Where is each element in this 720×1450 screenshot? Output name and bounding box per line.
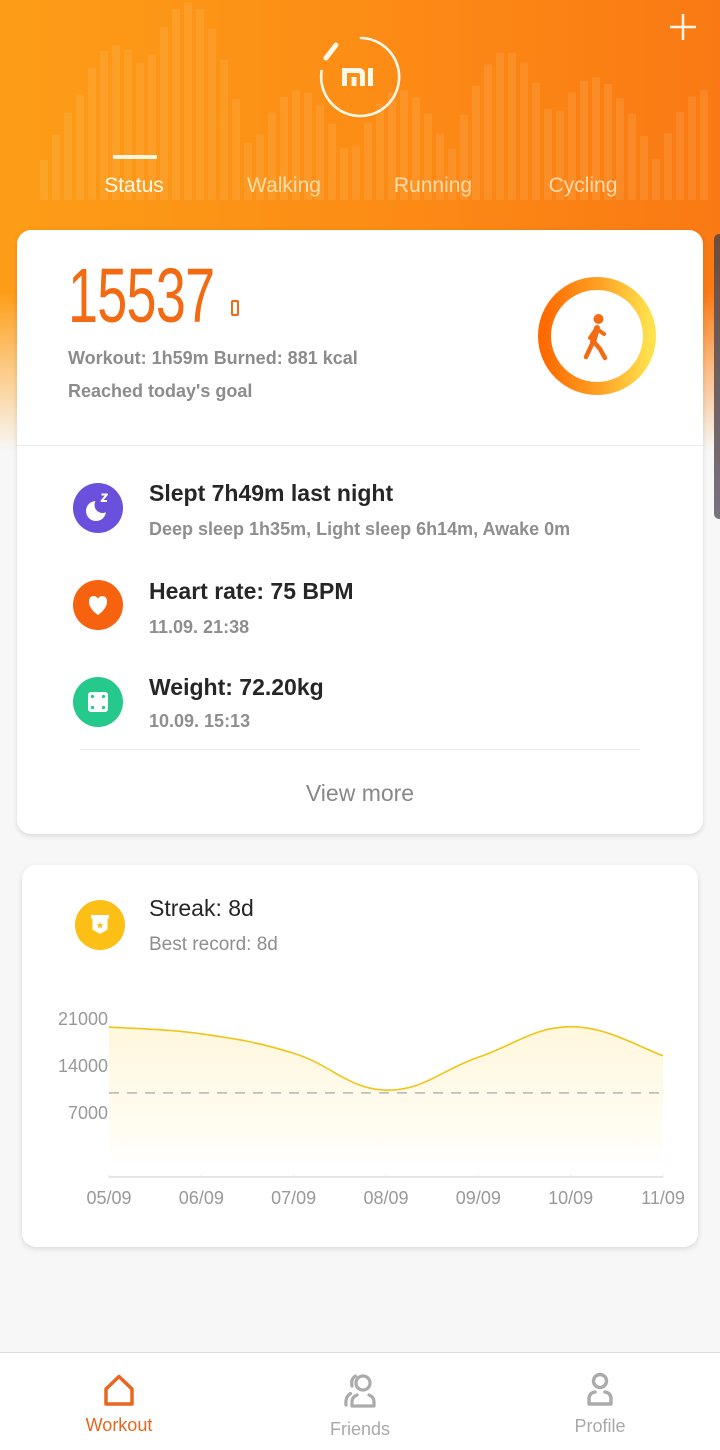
steps-trend-chart: 05/09 06/09 07/09 08/09 09/09 10/09 11/09 7000 1… [58, 1009, 685, 1208]
weight-scale-icon [73, 677, 123, 727]
data-point [475, 1054, 481, 1060]
weight-title[interactable]: Weight: 72.20kg [149, 672, 324, 702]
data-point [568, 1024, 574, 1030]
friends-icon [344, 1374, 376, 1408]
data-point [660, 1053, 666, 1059]
heart-rate-title[interactable]: Heart rate: 75 BPM [149, 576, 354, 606]
x-tick-label: 09/09 [456, 1188, 501, 1208]
data-point [106, 1024, 112, 1030]
home-icon [104, 1374, 134, 1406]
nav-workout-label: Workout [85, 1415, 153, 1435]
nav-friends[interactable]: Friends [280, 1353, 440, 1450]
heart-rate-timestamp: 11.09. 21:38 [149, 617, 250, 637]
nav-friends-label: Friends [329, 1419, 391, 1439]
view-more-divider [80, 749, 640, 750]
walking-person-icon [583, 314, 608, 361]
x-tick-label: 06/09 [179, 1188, 224, 1208]
bottom-navigation: Workout Friends Profile [0, 1352, 720, 1450]
data-point [383, 1087, 389, 1093]
view-more-button[interactable]: View more [17, 778, 703, 808]
mi-logo-icon [319, 36, 401, 118]
add-button[interactable] [667, 11, 699, 43]
streak-card: Streak: 8d Best record: 8d 05/09 06/09 07/… [22, 865, 698, 1247]
tab-cycling[interactable]: Cycling [503, 172, 663, 200]
section-divider [17, 445, 703, 446]
workout-summary: Workout: 1h59m Burned: 881 kcal [68, 348, 358, 368]
sleep-title[interactable]: Slept 7h49m last night [149, 478, 393, 508]
tab-running[interactable]: Running [353, 172, 513, 200]
nav-workout[interactable]: Workout [39, 1353, 199, 1450]
x-tick-label: 10/09 [548, 1188, 593, 1208]
nav-profile[interactable]: Profile [520, 1353, 680, 1450]
x-tick-label: 07/09 [271, 1188, 316, 1208]
tab-status[interactable]: Status [54, 172, 214, 200]
y-tick-label: 21000 [58, 1009, 108, 1029]
x-tick-label: 05/09 [86, 1188, 131, 1208]
data-point [291, 1050, 297, 1056]
goal-progress-ring[interactable] [527, 266, 667, 406]
nav-profile-label: Profile [574, 1416, 626, 1436]
status-summary-card: 15537 Workout: 1h59m Burned: 881 kcal Re… [17, 230, 703, 834]
profile-icon [587, 1372, 613, 1406]
tab-active-indicator [113, 155, 157, 159]
data-point [198, 1031, 204, 1037]
trend-area [109, 1026, 663, 1177]
band-icon [231, 300, 239, 316]
y-tick-label: 7000 [68, 1103, 108, 1123]
sleep-moon-icon [73, 483, 123, 533]
tab-walking[interactable]: Walking [204, 172, 364, 200]
x-tick-label: 08/09 [363, 1188, 408, 1208]
heart-icon [73, 580, 123, 630]
weight-timestamp: 10.09. 15:13 [149, 711, 251, 731]
x-tick-label: 11/09 [641, 1188, 685, 1208]
side-panel-handle[interactable] [714, 234, 720, 519]
sleep-details: Deep sleep 1h35m, Light sleep 6h14m, Awa… [149, 519, 571, 539]
y-tick-label: 14000 [58, 1056, 108, 1076]
plus-icon [670, 14, 696, 40]
goal-status: Reached today's goal [68, 381, 253, 401]
steps-count: 15537 [68, 253, 215, 339]
